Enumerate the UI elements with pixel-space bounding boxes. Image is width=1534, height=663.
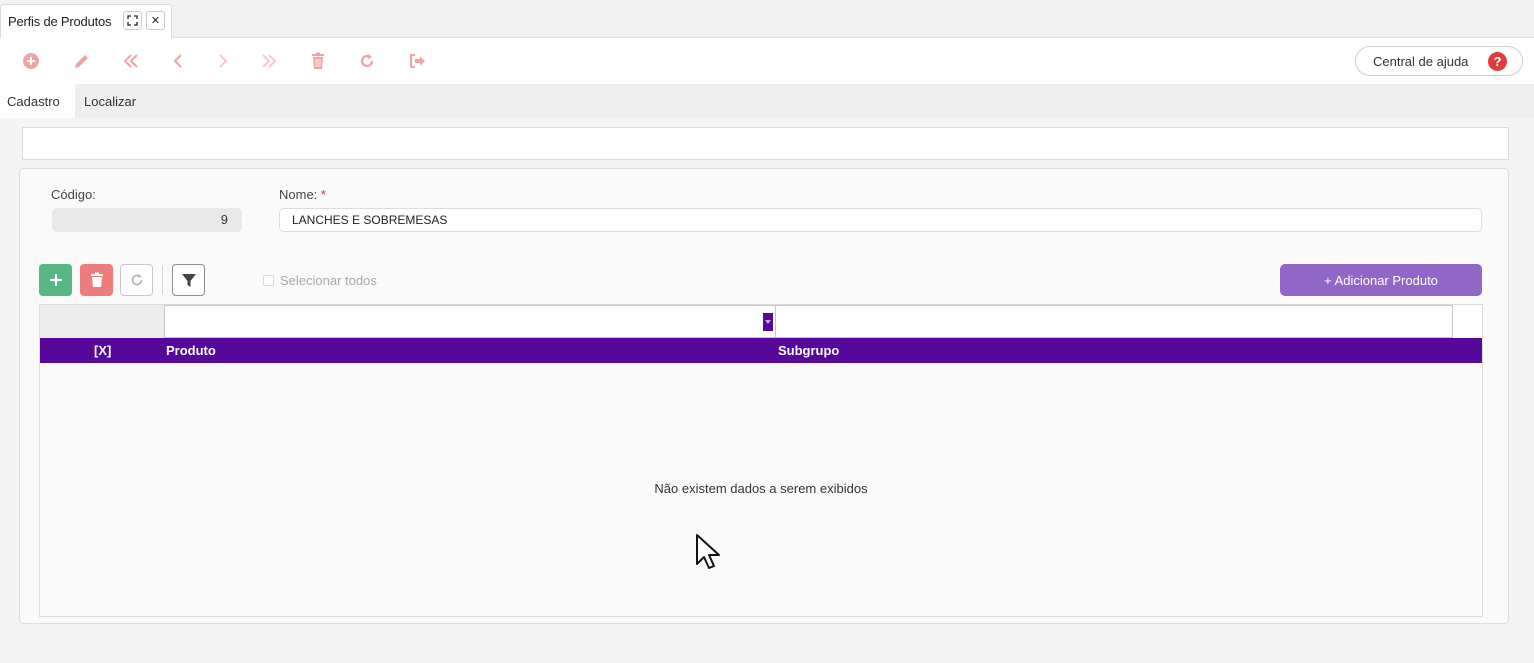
filter-row-spacer [40,305,164,338]
tab-cadastro[interactable]: Cadastro [0,84,75,118]
nome-label-text: Nome: [279,187,318,202]
window-tab-perfis-de-produtos[interactable]: Perfis de Produtos ✕ [0,4,172,38]
select-all-label: Selecionar todos [280,273,377,288]
last-record-icon[interactable] [257,49,281,73]
subgrupo-filter-input[interactable] [775,305,1453,338]
grid-refresh-button[interactable] [120,264,153,296]
expand-icon [127,15,138,26]
question-icon: ? [1488,52,1507,71]
grid-delete-button[interactable] [80,264,113,296]
close-icon: ✕ [150,15,161,27]
toolbar-separator [162,266,163,294]
plus-icon [49,274,62,286]
filter-dropdown-toggle[interactable] [763,313,773,331]
edit-pencil-icon[interactable] [70,49,94,73]
record-toolbar: Central de ajuda ? [0,38,1534,84]
grid-filter-row [40,305,1482,338]
grid-filter-button[interactable] [172,264,205,296]
form-panel: Código: 9 Nome: * LANCHES E SOBREMESAS S… [19,168,1509,624]
window-tab-strip: Perfis de Produtos ✕ [0,0,1534,38]
help-center-button[interactable]: Central de ajuda ? [1355,46,1523,76]
column-header-select[interactable]: [X] [94,343,111,358]
column-header-produto[interactable]: Produto [166,343,216,358]
tab-localizar[interactable]: Localizar [75,84,155,118]
close-tab-button[interactable]: ✕ [146,11,165,30]
required-mark: * [320,187,326,202]
codigo-label: Código: [51,187,96,202]
content-area: Código: 9 Nome: * LANCHES E SOBREMESAS S… [0,118,1534,663]
maximize-icon[interactable] [123,11,142,30]
trash-icon [90,272,103,287]
grid-add-button[interactable] [39,264,72,296]
column-header-subgrupo[interactable]: Subgrupo [778,343,839,358]
nome-label: Nome: * [279,187,326,202]
nome-input[interactable]: LANCHES E SOBREMESAS [279,208,1482,232]
help-center-label: Central de ajuda [1373,53,1469,69]
codigo-field: 9 [52,208,242,232]
mouse-pointer-icon [696,534,720,569]
window-tab-title: Perfis de Produtos [8,14,112,29]
form-tabs: Cadastro Localizar [0,84,1534,118]
produto-filter-input[interactable] [164,305,776,338]
add-circle-icon[interactable] [19,49,43,73]
add-product-button[interactable]: + Adicionar Produto [1280,264,1482,296]
refresh-icon [131,274,142,286]
exit-icon[interactable] [405,49,429,73]
grid-header: [X] Produto Subgrupo [40,338,1482,363]
top-info-box [22,127,1509,160]
chevron-down-icon [765,320,771,324]
first-record-icon[interactable] [119,49,143,73]
refresh-icon[interactable] [355,49,379,73]
previous-record-icon[interactable] [166,49,190,73]
select-all-checkbox[interactable] [263,275,274,286]
filter-icon [181,274,196,287]
delete-trash-icon[interactable] [306,49,330,73]
empty-grid-message: Não existem dados a serem exibidos [654,481,868,496]
next-record-icon[interactable] [211,49,235,73]
products-grid: [X] Produto Subgrupo Não existem dados a… [39,304,1483,617]
